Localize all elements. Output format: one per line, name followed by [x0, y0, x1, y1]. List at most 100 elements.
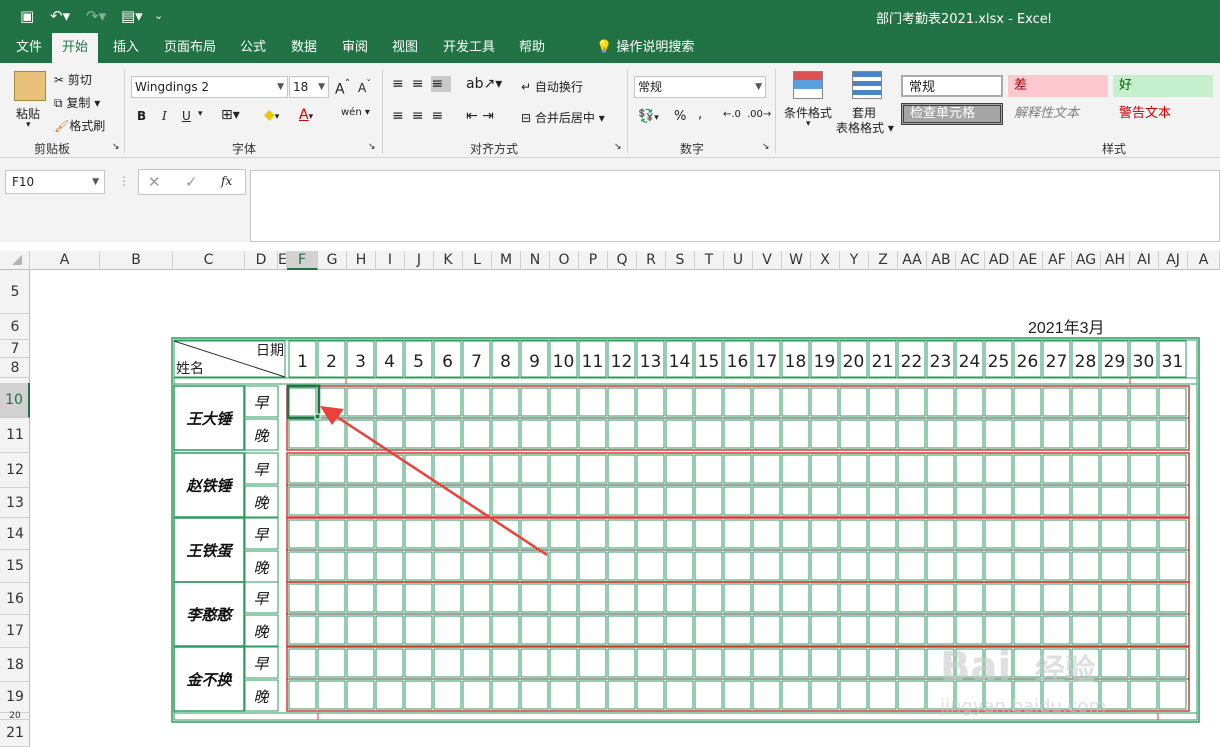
column-header-N[interactable]: N	[521, 251, 550, 270]
phonetic-icon[interactable]: wén ▾	[341, 107, 370, 118]
row-header-21[interactable]: 21	[0, 720, 30, 747]
row-header-16[interactable]: 16	[0, 583, 30, 615]
vertical-align-icons[interactable]: ≡≡≡	[392, 76, 452, 92]
tab-7[interactable]: 视图	[382, 33, 428, 63]
row-header-5[interactable]: 5	[0, 270, 30, 314]
merge-center-button[interactable]: ⊟ 合并后居中 ▾	[521, 109, 605, 126]
column-header-G[interactable]: G	[318, 251, 347, 270]
column-header-AI[interactable]: AI	[1130, 251, 1159, 270]
clipboard-launcher-icon[interactable]: ↘	[112, 142, 120, 152]
column-header-F[interactable]: F	[287, 251, 318, 270]
border-icon[interactable]: ⊞▾	[221, 107, 240, 123]
column-header-C[interactable]: C	[173, 251, 245, 270]
column-header-AG[interactable]: AG	[1072, 251, 1101, 270]
font-launcher-icon[interactable]: ↘	[368, 142, 376, 152]
row-header-12[interactable]: 12	[0, 453, 30, 488]
row-header-8[interactable]: 8	[0, 358, 30, 378]
percent-button[interactable]: %	[674, 109, 686, 124]
column-header-W[interactable]: W	[782, 251, 811, 270]
row-header-15[interactable]: 15	[0, 550, 30, 583]
column-header-A[interactable]: A	[30, 251, 100, 270]
column-header-T[interactable]: T	[695, 251, 724, 270]
tab-1[interactable]: 开始	[52, 33, 99, 64]
wrap-text-button[interactable]: ↵ 自动换行	[521, 78, 583, 95]
column-header-O[interactable]: O	[550, 251, 579, 270]
copy-button[interactable]: ⧉ 复制 ▾	[54, 94, 100, 111]
column-header-R[interactable]: R	[637, 251, 666, 270]
column-header-I[interactable]: I	[376, 251, 405, 270]
tab-5[interactable]: 数据	[281, 33, 327, 63]
select-all-corner[interactable]	[0, 251, 30, 270]
orientation-icon[interactable]: ab↗▾	[466, 76, 502, 92]
bold-button[interactable]: B	[137, 109, 146, 123]
tab-0[interactable]: 文件	[6, 33, 52, 63]
number-launcher-icon[interactable]: ↘	[762, 142, 770, 152]
row-header-11[interactable]: 11	[0, 418, 30, 453]
row-header-6[interactable]: 6	[0, 314, 30, 340]
style-bad[interactable]: 差	[1008, 75, 1108, 97]
row-header-13[interactable]: 13	[0, 488, 30, 518]
style-explanatory[interactable]: 解释性文本	[1008, 103, 1108, 125]
cancel-icon[interactable]: ✕	[148, 173, 161, 191]
tab-10[interactable]: 💡 操作说明搜索	[586, 33, 704, 63]
column-header-Q[interactable]: Q	[608, 251, 637, 270]
style-check-cell[interactable]: 检查单元格	[901, 103, 1003, 125]
style-good[interactable]: 好	[1113, 75, 1213, 97]
tab-4[interactable]: 公式	[230, 33, 276, 63]
insert-function-button[interactable]: fx	[221, 174, 232, 188]
name-box[interactable]: F10 ▼	[5, 170, 105, 194]
conditional-format-icon[interactable]	[793, 71, 823, 99]
row-header-17[interactable]: 17	[0, 615, 30, 648]
tab-8[interactable]: 开发工具	[433, 33, 505, 63]
underline-dropdown-icon[interactable]: ▾	[198, 109, 203, 119]
style-warning[interactable]: 警告文本	[1113, 103, 1213, 125]
formula-input[interactable]	[250, 170, 1220, 242]
column-header-Y[interactable]: Y	[840, 251, 869, 270]
worksheet-grid[interactable]: 2021年3月 日期 姓名 1 2 3 4 5 6 7 8 9 10 11 12 13 14 15 16 17 18 19…	[31, 270, 1220, 747]
enter-icon[interactable]: ✓	[185, 173, 198, 191]
decimal-increase-icon[interactable]: ←.0	[723, 109, 741, 120]
shrink-font-button[interactable]: Aˇ	[358, 79, 371, 95]
column-header-AH[interactable]: AH	[1101, 251, 1130, 270]
column-header-K[interactable]: K	[434, 251, 463, 270]
row-header-14[interactable]: 14	[0, 518, 30, 550]
column-header-AD[interactable]: AD	[985, 251, 1014, 270]
redo-icon[interactable]: ↷▾	[86, 7, 106, 25]
horizontal-align-icons[interactable]: ≡≡≡	[392, 108, 451, 124]
decimal-decrease-icon[interactable]: .00→	[747, 109, 771, 120]
customize-quick-access-icon[interactable]: ⌄	[154, 7, 163, 25]
tab-3[interactable]: 页面布局	[154, 33, 226, 63]
column-header-D[interactable]: D	[245, 251, 278, 270]
row-header-7[interactable]: 7	[0, 340, 30, 358]
undo-icon[interactable]: ↶▾	[50, 7, 70, 25]
column-header-A[interactable]: A	[1188, 251, 1220, 270]
indent-icons[interactable]: ⇤ ⇥	[466, 108, 494, 124]
cut-button[interactable]: ✂ 剪切	[54, 71, 92, 88]
column-header-U[interactable]: U	[724, 251, 753, 270]
comma-button[interactable]: ,	[698, 107, 702, 122]
style-normal[interactable]: 常规	[901, 75, 1003, 97]
column-header-AE[interactable]: AE	[1014, 251, 1043, 270]
fill-color-icon[interactable]: ◆▾	[264, 107, 279, 123]
paste-dropdown-icon[interactable]: ▾	[26, 120, 31, 130]
tab-2[interactable]: 插入	[103, 33, 149, 63]
column-header-E[interactable]: E	[278, 251, 287, 270]
format-as-table-icon[interactable]	[852, 71, 882, 99]
format-painter-button[interactable]: 🖌格式刷	[54, 117, 105, 134]
column-header-AJ[interactable]: AJ	[1159, 251, 1188, 270]
row-header-10[interactable]: 10	[0, 383, 30, 418]
row-header-18[interactable]: 18	[0, 648, 30, 682]
quick-print-icon[interactable]: ▤▾	[121, 7, 143, 25]
font-size-select[interactable]: 18 ▼	[289, 76, 329, 98]
row-header-19[interactable]: 19	[0, 682, 30, 713]
tab-6[interactable]: 审阅	[332, 33, 378, 63]
column-header-Z[interactable]: Z	[869, 251, 898, 270]
column-header-AC[interactable]: AC	[956, 251, 985, 270]
column-header-P[interactable]: P	[579, 251, 608, 270]
save-icon[interactable]: ▣	[20, 7, 34, 25]
tab-9[interactable]: 帮助	[509, 33, 555, 63]
column-header-V[interactable]: V	[753, 251, 782, 270]
chevron-down-icon[interactable]: ▾	[806, 119, 811, 129]
font-color-button[interactable]: A▾	[299, 107, 313, 123]
alignment-launcher-icon[interactable]: ↘	[614, 142, 622, 152]
